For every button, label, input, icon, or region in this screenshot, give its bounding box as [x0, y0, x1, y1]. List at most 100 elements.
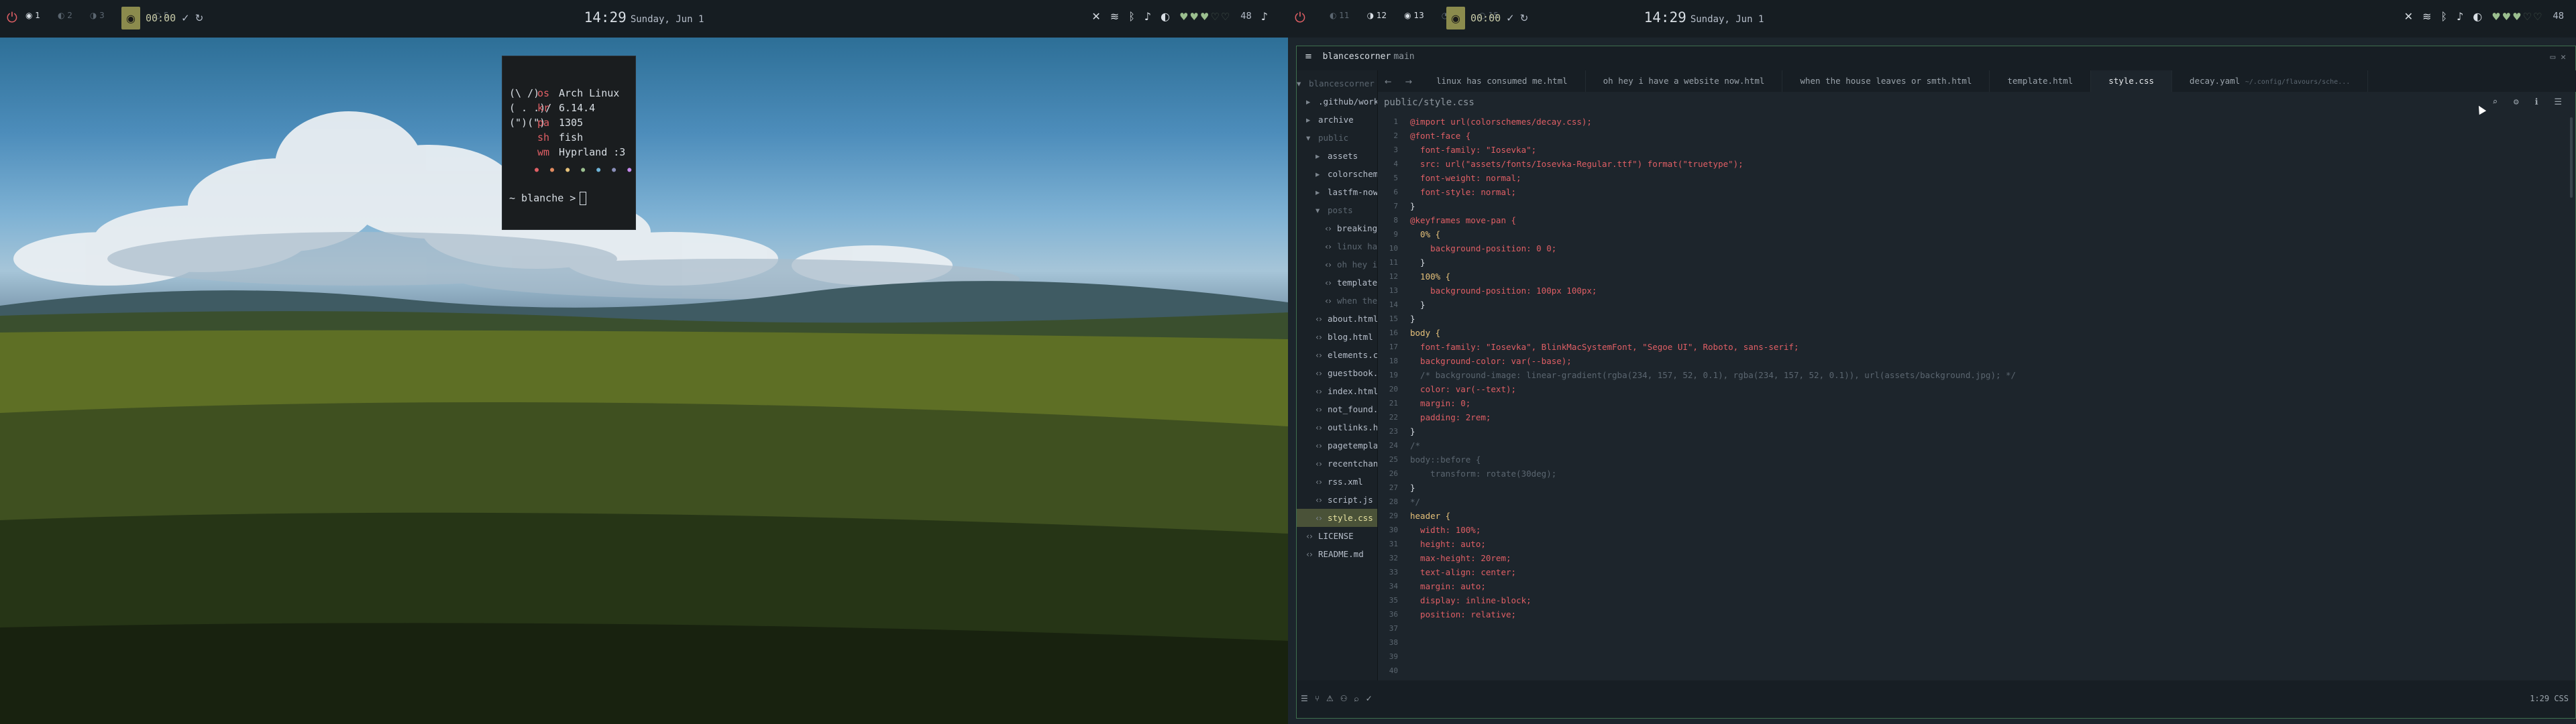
tree-item[interactable]: ▸ archive [1297, 111, 1377, 129]
source-code[interactable]: @import url(colorschemes/decay.css); @fon… [1410, 115, 2016, 621]
tree-item[interactable]: ‹› README.md [1297, 545, 1377, 563]
tree-item[interactable]: ‹› elements.css [1297, 346, 1377, 364]
code-line: font-family: "Iosevka"; [1410, 145, 1537, 155]
reset-icon[interactable]: ↻ [1520, 12, 1529, 24]
editor-tab[interactable]: when the house leaves or smth.html [1782, 70, 1990, 92]
code-line: } [1410, 314, 1415, 324]
line-number: 6 [1393, 188, 1398, 196]
code-line: margin: 0; [1410, 398, 1471, 408]
shell-prompt[interactable]: ~ blanche > [509, 192, 587, 205]
line-number: 17 [1389, 343, 1398, 351]
power-icon[interactable]: ⏻ [1295, 9, 1305, 25]
code-line: text-align: center; [1410, 567, 1517, 577]
tree-item[interactable]: ‹› guestbook.html [1297, 364, 1377, 382]
bluetooth-icon[interactable]: ᛒ [1128, 10, 1135, 23]
tree-item[interactable]: ▾ public [1297, 129, 1377, 147]
code-view[interactable]: 1 2 3 4 5 6 7 8 9 10 11 12 13 14 15 16 17 18 19 20 21 22 23 24 2… [1378, 115, 2563, 675]
mute-icon[interactable]: ✕ [2404, 10, 2413, 23]
tab-label: when the house leaves or smth.html [1800, 76, 1972, 86]
window-controls[interactable]: ▭ ✕ [2551, 52, 2566, 62]
tree-item[interactable]: ‹› LICENSE [1297, 527, 1377, 545]
tree-item-label: script.js [1328, 495, 1373, 505]
tree-item[interactable]: ‹› when the house leave [1297, 292, 1377, 310]
project-title[interactable]: ≡ blancescorner main [1305, 52, 1415, 62]
wifi-icon[interactable]: ≋ [1110, 10, 1119, 23]
tree-item[interactable]: ▸ lastfm-now-playing-main [1297, 183, 1377, 201]
tree-item[interactable]: ▸ colorschemes [1297, 165, 1377, 183]
tree-item[interactable]: ‹› recentchanges.html [1297, 455, 1377, 473]
line-numbers: 1 2 3 4 5 6 7 8 9 10 11 12 13 14 15 16 17 18 19 20 21 22 23 24 2… [1378, 115, 1398, 675]
pomodoro-timer[interactable]: ◉ 00:00 ✓ ↻ [121, 6, 203, 30]
pomodoro-timer[interactable]: ◉ 00:00 ✓ ↻ [1446, 6, 1528, 30]
volume-icon[interactable]: ♪ [1144, 10, 1151, 23]
tree-item[interactable]: ▸ .github/workflows [1297, 93, 1377, 111]
palette-dot: ● [566, 166, 570, 174]
check-icon[interactable]: ✓ [1506, 12, 1515, 24]
code-line: position: relative; [1410, 609, 1517, 619]
file-icon: ‹› [1316, 459, 1322, 469]
tree-item[interactable]: ▸ assets [1297, 147, 1377, 165]
file-icon: ‹› [1306, 531, 1313, 541]
workspace-2[interactable]: ◐ 2 [58, 11, 72, 20]
tree-item[interactable]: ‹› linux has consumed m [1297, 237, 1377, 255]
theme-icon[interactable]: ◐ [1161, 10, 1170, 23]
tree-item-label: colorschemes [1328, 169, 1377, 179]
editor-tab[interactable]: oh hey i have a website now.html [1586, 70, 1783, 92]
editor-tab[interactable]: style.css [2091, 70, 2172, 92]
tree-item[interactable]: ▾ posts [1297, 201, 1377, 219]
line-number: 29 [1389, 511, 1398, 520]
workspace-3[interactable]: ◑ 3 [90, 11, 105, 20]
forward-icon[interactable]: → [1398, 76, 1418, 86]
tree-item[interactable]: ‹› blog.html [1297, 328, 1377, 346]
code-line: transform: rotate(30deg); [1410, 469, 1557, 479]
tree-item-label: elements.css [1328, 350, 1377, 360]
file-tree-panel: ▾blancescorner ▸ .github/workflows ▸ archiv… [1297, 70, 1378, 682]
editor-tab[interactable]: linux has consumed me.html [1419, 70, 1586, 92]
tree-item[interactable]: ‹› about.html [1297, 310, 1377, 328]
tree-item[interactable]: ‹› index.html [1297, 382, 1377, 400]
workspace-11[interactable]: ◐ 11 [1330, 11, 1350, 20]
editor-actions[interactable]: ⌕ ⚙ ℹ ☰ [2492, 97, 2567, 107]
status-icons[interactable]: ☰⑂⚠⚇⌕✓ [1301, 694, 1379, 703]
back-icon[interactable]: ← [1378, 76, 1398, 86]
scrollbar[interactable] [2570, 117, 2573, 198]
mute-icon[interactable]: ✕ [1091, 10, 1100, 23]
terminal-window[interactable]: (\ /)( . .)/(")(") os Arch Linux kr 6.14.4… [502, 56, 636, 230]
theme-icon[interactable]: ◐ [2473, 10, 2482, 23]
tree-item[interactable]: ‹› rss.xml [1297, 473, 1377, 491]
notification-bell-icon[interactable]: ♪ [1261, 10, 1268, 23]
folder-icon: ▸ [1306, 97, 1311, 107]
code-editor-window[interactable]: ≡ blancescorner main ▭ ✕ ▾ blancescorner ▸… [1296, 46, 2576, 719]
line-number: 5 [1393, 174, 1398, 182]
wifi-icon[interactable]: ≋ [2422, 10, 2431, 23]
code-line: /* background-image: linear-gradient(rgb… [1410, 370, 2017, 380]
tree-item[interactable]: ‹› breaking nintendo's [1297, 219, 1377, 237]
workspace-12[interactable]: ◑ 12 [1367, 11, 1387, 20]
power-icon[interactable]: ⏻ [7, 9, 17, 25]
tree-item[interactable]: ‹› oh hey i have a web [1297, 255, 1377, 274]
file-icon: ‹› [1325, 241, 1332, 251]
menu-icon: ≡ [1305, 52, 1312, 62]
volume-icon[interactable]: ♪ [2457, 10, 2463, 23]
editor-tab[interactable]: template.html [1990, 70, 2092, 92]
tree-item[interactable]: ‹› style.css [1297, 509, 1377, 527]
editor-tab[interactable]: decay.yaml ~/.config/flavours/sche... [2172, 70, 2369, 92]
code-line: padding: 2rem; [1410, 412, 1491, 422]
workspace-13[interactable]: ◉ 13 [1404, 11, 1424, 20]
reset-icon[interactable]: ↻ [195, 12, 204, 24]
bluetooth-icon[interactable]: ᛒ [2440, 10, 2447, 23]
palette-dot: ● [596, 166, 601, 174]
tree-item[interactable]: ‹› template.html [1297, 274, 1377, 292]
breadcrumb[interactable]: public/style.css [1384, 97, 1474, 108]
workspace-1[interactable]: ◉ 1 [25, 11, 40, 20]
tree-item[interactable]: ‹› not_found.html [1297, 400, 1377, 418]
code-line: } [1410, 300, 1426, 310]
tree-item[interactable]: ‹› script.js [1297, 491, 1377, 509]
code-line: @keyframes move-pan { [1410, 215, 1517, 225]
status-bar: ☰⑂⚠⚇⌕✓ 1:29 CSS [1297, 680, 2575, 718]
tree-root[interactable]: ▾ blancescorner [1297, 74, 1377, 93]
tree-item[interactable]: ‹› pagetemplate.html [1297, 436, 1377, 455]
check-icon[interactable]: ✓ [181, 12, 190, 24]
tree-item[interactable]: ‹› outlinks.html [1297, 418, 1377, 436]
folder-icon: ▸ [1316, 151, 1320, 161]
